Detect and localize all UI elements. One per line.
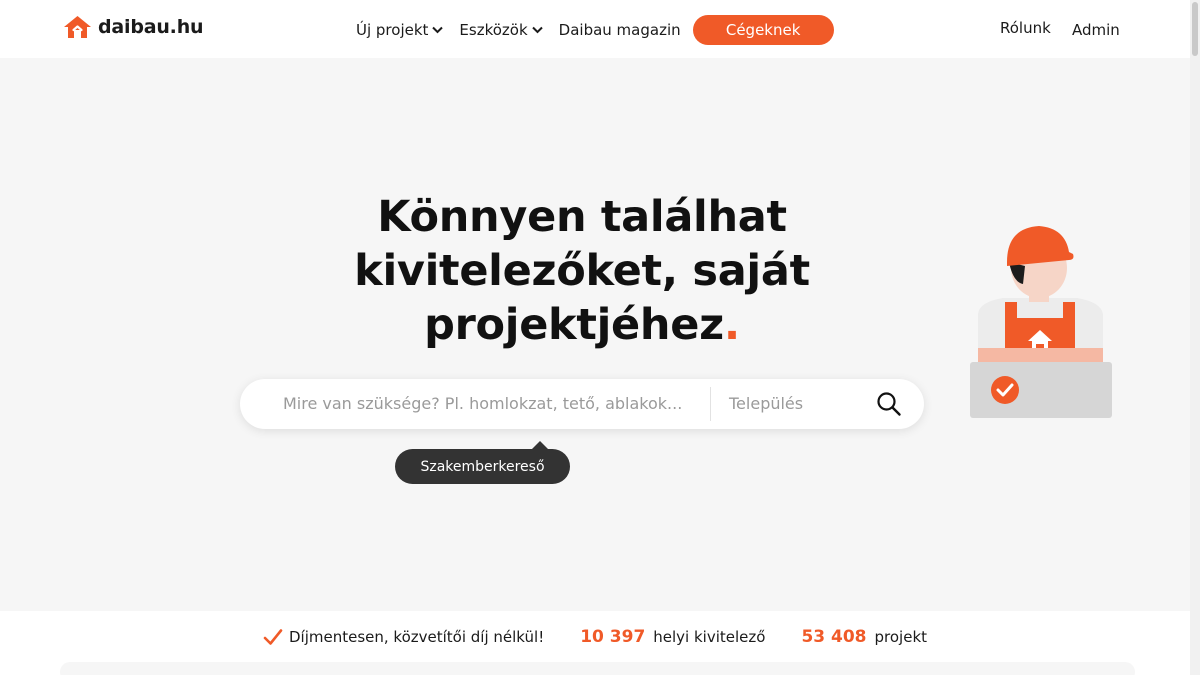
nav-item-label: Új projekt <box>356 21 429 39</box>
search-divider <box>710 387 711 421</box>
stat-projects: 53 408 projekt <box>801 627 927 647</box>
companies-button[interactable]: Cégeknek <box>692 15 834 45</box>
about-link[interactable]: Rólunk <box>1000 19 1051 37</box>
stat-contractors-label: helyi kivitelező <box>653 628 766 646</box>
stat-projects-count: 53 408 <box>801 627 867 647</box>
stat-projects-label: projekt <box>874 628 928 646</box>
admin-link[interactable]: Admin <box>1072 21 1120 39</box>
stat-free: Díjmentesen, közvetítői díj nélkül! <box>263 628 544 646</box>
search-input[interactable]: Mire van szüksége? Pl. homlokzat, tető, … <box>283 379 703 429</box>
nav-item-magazine[interactable]: Daibau magazin <box>559 15 681 45</box>
search-bar: Mire van szüksége? Pl. homlokzat, tető, … <box>240 379 924 429</box>
nav-item-tools[interactable]: Eszközök <box>459 15 543 45</box>
search-tooltip: Szakemberkereső <box>395 449 570 484</box>
logo[interactable]: daibau.hu <box>63 15 204 39</box>
hero-title-dot: . <box>723 300 740 350</box>
chevron-down-icon <box>531 26 543 34</box>
stat-contractors: 10 397 helyi kivitelező <box>580 627 765 647</box>
nav-item-label: Daibau magazin <box>558 21 681 39</box>
site-header: daibau.hu Új projekt Eszközök Daibau mag… <box>0 0 1190 58</box>
scrollbar-thumb[interactable] <box>1192 2 1198 56</box>
content-card-edge <box>60 662 1135 675</box>
search-icon[interactable] <box>876 391 902 417</box>
main-nav: Új projekt Eszközök Daibau magazin Cégek… <box>356 15 834 45</box>
hero-title: Könnyen találhat kivitelezőket, saját pr… <box>300 190 864 352</box>
nav-item-label: Eszközök <box>459 21 528 39</box>
logo-text: daibau.hu <box>98 16 204 38</box>
hero-title-line-1: Könnyen találhat <box>377 192 787 242</box>
hero-title-line-2: kivitelezőket, saját <box>354 246 810 296</box>
location-input[interactable]: Település <box>729 379 803 429</box>
chevron-down-icon <box>432 26 444 34</box>
worker-illustration <box>970 226 1112 418</box>
hero-title-line-3: projektjéhez <box>424 300 724 350</box>
stat-free-text: Díjmentesen, közvetítői díj nélkül! <box>288 628 545 646</box>
scrollbar[interactable] <box>1190 0 1200 675</box>
check-icon <box>263 629 283 645</box>
nav-item-new-project[interactable]: Új projekt <box>356 15 444 45</box>
stat-contractors-count: 10 397 <box>580 627 646 647</box>
house-logo-icon <box>64 16 91 38</box>
